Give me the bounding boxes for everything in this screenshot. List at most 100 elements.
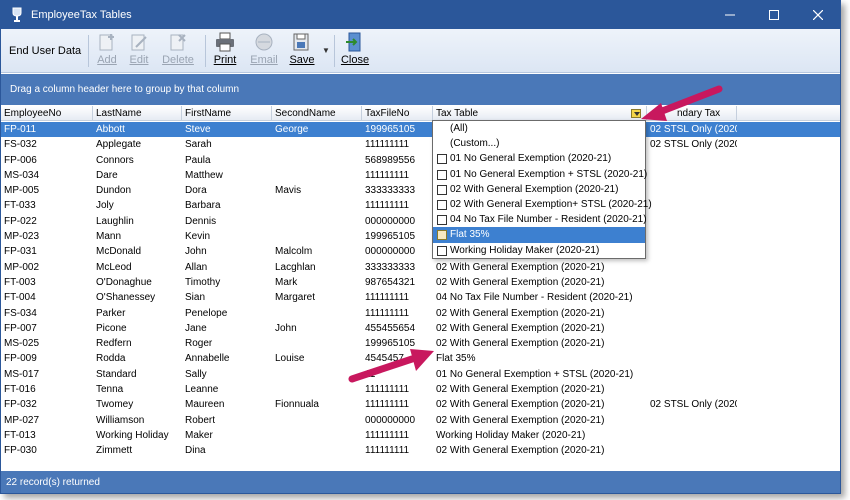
table-row[interactable]: FP-022 Laughlin Dennis 000000000 <box>1 214 840 229</box>
minimize-button[interactable] <box>708 1 752 29</box>
add-button[interactable]: Add <box>91 32 123 72</box>
save-label: Save <box>289 54 315 66</box>
filter-option[interactable]: 04 No Tax File Number - Resident (2020-2… <box>433 212 647 227</box>
table-row[interactable]: FP-006 Connors Paula 568989556 <box>1 153 840 168</box>
cell-secondname: Mavis <box>275 185 302 197</box>
cell-secondary-tax <box>647 229 737 244</box>
cell-employeeno: FT-016 <box>4 384 36 396</box>
cell-lastname: O'Donaghue <box>96 276 152 288</box>
cell-employeeno: FP-032 <box>4 399 37 411</box>
save-dropdown-arrow-icon[interactable]: ▼ <box>322 46 330 55</box>
cell-secondname <box>272 198 362 213</box>
filter-option[interactable]: 02 With General Exemption+ STSL (2020-21… <box>433 197 652 212</box>
cell-firstname: Dora <box>185 185 207 197</box>
filter-checkbox[interactable] <box>437 245 447 256</box>
filter-option-label: (All) <box>450 123 468 134</box>
close-button[interactable]: Close <box>339 32 371 72</box>
filter-checkbox[interactable] <box>437 154 447 165</box>
table-row[interactable]: MP-023 Mann Kevin 199965105 <box>1 229 840 244</box>
filter-option[interactable]: Flat 35% <box>433 227 645 243</box>
cell-employeeno: MS-017 <box>4 368 40 380</box>
filter-checkbox[interactable] <box>437 199 447 210</box>
cell-lastname: Working Holiday <box>96 429 169 441</box>
cell-lastname: Williamson <box>96 414 145 426</box>
table-row[interactable]: FS-034 Parker Penelope 111111111 02 With Gen… <box>1 306 840 321</box>
table-row[interactable]: FS-032 Applegate Sarah 111111111 02 STSL Onl… <box>1 137 840 152</box>
cell-tax-table: 01 No General Exemption + STSL (2020-21) <box>436 368 634 380</box>
filter-option[interactable]: 01 No General Exemption (2020-21) <box>433 151 645 166</box>
table-row[interactable]: MS-034 Dare Matthew 111111111 <box>1 168 840 183</box>
cell-secondary-tax <box>647 214 737 229</box>
filter-option[interactable]: Working Holiday Maker (2020-21) <box>433 243 645 258</box>
table-row[interactable]: FP-030 Zimmett Dina 111111111 02 With Genera… <box>1 443 840 458</box>
close-window-button[interactable] <box>796 1 840 29</box>
tax-table-filter-dropdown: (All) (Custom...) 01 No General Exemption … <box>432 120 652 259</box>
end-user-data-button[interactable]: End User Data <box>9 45 81 57</box>
table-row[interactable]: FT-033 Joly Barbara 111111111 <box>1 198 840 213</box>
cell-taxfileno: 199965105 <box>365 231 416 243</box>
table-row[interactable]: FT-004 O'Shanessey Sian Margaret 111111111 04… <box>1 290 840 305</box>
cell-firstname: Allan <box>185 261 208 273</box>
add-icon <box>99 34 114 51</box>
edit-button[interactable]: Edit <box>123 32 155 72</box>
email-button[interactable]: Email <box>248 32 280 72</box>
cell-taxfileno: 111111111 <box>365 292 410 304</box>
add-label: Add <box>97 54 117 66</box>
delete-button[interactable]: Delete <box>162 32 194 72</box>
filter-option[interactable]: (All) <box>433 121 645 136</box>
filter-option[interactable]: 02 With General Exemption (2020-21) <box>433 182 645 197</box>
table-row[interactable]: FP-031 McDonald John Malcolm 000000000 <box>1 244 840 259</box>
filter-option-label: 02 With General Exemption+ STSL (2020-21… <box>450 198 652 210</box>
table-row[interactable]: MP-002 McLeod Allan Lacghlan 333333333 02 Wit… <box>1 260 840 275</box>
print-button[interactable]: Print <box>209 32 241 72</box>
column-header-secondname[interactable]: SecondName <box>272 106 362 121</box>
cell-secondary-tax: 02 STSL Only (2020- <box>650 139 737 151</box>
filter-option[interactable]: 01 No General Exemption + STSL (2020-21) <box>433 167 648 182</box>
cell-taxfileno: 111111111 <box>365 429 410 441</box>
cell-lastname: Laughlin <box>96 215 134 227</box>
cell-secondname <box>272 168 362 183</box>
column-header-taxfileno[interactable]: TaxFileNo <box>362 106 433 121</box>
cell-secondary-tax <box>647 413 737 428</box>
filter-option[interactable]: (Custom...) <box>433 136 645 151</box>
close-label: Close <box>340 54 370 66</box>
save-button[interactable]: Save <box>286 32 318 72</box>
table-row[interactable]: FP-007 Picone Jane John 455455654 02 With Gen… <box>1 321 840 336</box>
cell-secondary-tax <box>647 153 737 168</box>
cell-tax-table: 04 No Tax File Number - Resident (2020-2… <box>436 292 633 304</box>
filter-option-label: 01 No General Exemption + STSL (2020-21) <box>450 168 648 180</box>
cell-firstname: Barbara <box>185 200 221 212</box>
table-row[interactable]: MP-027 Williamson Robert 000000000 02 With G… <box>1 413 840 428</box>
grid-rows: FP-011 Abbott Steve George 199965105 02 STSL … <box>1 122 840 459</box>
filter-checkbox[interactable] <box>437 215 447 226</box>
app-icon <box>7 5 27 25</box>
column-header-lastname[interactable]: LastName <box>93 106 182 121</box>
column-header-firstname[interactable]: FirstName <box>182 106 272 121</box>
toolbar-divider <box>88 35 89 67</box>
cell-firstname: Robert <box>185 414 216 426</box>
cell-secondary-tax <box>647 198 737 213</box>
cell-lastname: Redfern <box>96 338 132 350</box>
table-row[interactable]: FP-032 Twomey Maureen Fionnuala 111111111 02 … <box>1 397 840 412</box>
table-row[interactable]: MP-005 Dundon Dora Mavis 333333333 <box>1 183 840 198</box>
filter-checkbox[interactable] <box>437 230 447 241</box>
cell-lastname: Parker <box>96 307 126 319</box>
edit-label: Edit <box>129 54 149 66</box>
cell-secondname <box>272 214 362 229</box>
cell-secondary-tax <box>647 275 737 290</box>
cell-tax-table: Flat 35% <box>436 353 476 365</box>
column-header-tax-table[interactable]: Tax Table <box>433 106 647 121</box>
filter-checkbox[interactable] <box>437 169 447 180</box>
cell-lastname: Connors <box>96 154 134 166</box>
maximize-button[interactable] <box>752 1 796 29</box>
cell-employeeno: FT-003 <box>4 276 36 288</box>
cell-employeeno: FP-006 <box>4 154 37 166</box>
cell-lastname: Tenna <box>96 384 124 396</box>
table-row[interactable]: FT-003 O'Donaghue Timothy Mark 987654321 02 W… <box>1 275 840 290</box>
cell-employeeno: FP-030 <box>4 445 37 457</box>
cell-employeeno: MS-034 <box>4 169 40 181</box>
table-row[interactable]: FT-013 Working Holiday Maker 111111111 Worki… <box>1 428 840 443</box>
column-header-employeeno[interactable]: EmployeeNo <box>1 106 93 121</box>
table-row[interactable]: FP-011 Abbott Steve George 199965105 02 STSL … <box>1 122 840 138</box>
filter-checkbox[interactable] <box>437 184 447 195</box>
